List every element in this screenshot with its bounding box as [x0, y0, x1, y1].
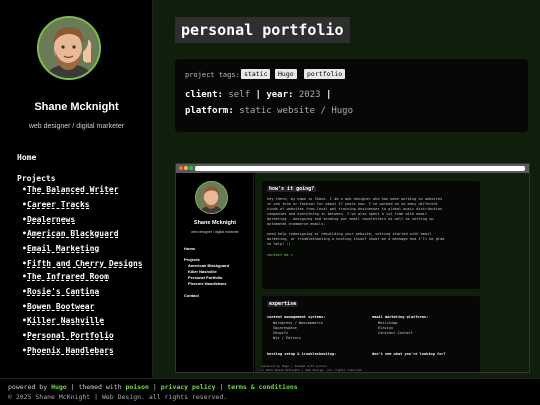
page-title: personal portfolio — [175, 17, 350, 43]
preview-project-link: Personal Portfolio — [188, 275, 223, 280]
preview-author-tagline: web designer / digital marketer — [191, 230, 239, 234]
preview-footer-line: © 2023 Shane McKnight | Web Design. all … — [262, 368, 364, 372]
main-content: personal portfolio project tags: static … — [153, 0, 540, 378]
hugo-link[interactable]: Hugo — [51, 383, 67, 391]
memoji-avatar-icon — [196, 182, 227, 213]
preview-contact-link: contact me > — [267, 253, 293, 257]
project-link-label[interactable]: Email Marketing — [27, 244, 99, 253]
memoji-avatar-icon — [39, 18, 99, 78]
project-link-label[interactable]: The Balanced Writer — [27, 185, 119, 194]
tag-static[interactable]: static — [241, 69, 271, 79]
year-key: year: — [266, 90, 294, 100]
preview-project-link: American Blackguard — [188, 263, 230, 268]
preview-cms-item: Wix / Editorx — [273, 336, 302, 340]
project-link[interactable]: •Dealernews — [22, 215, 150, 225]
powered-by-text: powered by — [8, 383, 48, 391]
project-link[interactable]: •Fifth and Cherry Designs — [22, 259, 150, 269]
preview-sidebar: Shane Mcknight web designer / digital ma… — [176, 173, 254, 372]
preview-author-name: Shane Mcknight — [193, 220, 237, 226]
preview-about-card: how's it going? hey there, my name is Sh… — [262, 181, 480, 289]
project-link-label[interactable]: Career Tracks — [27, 200, 90, 209]
project-link-label[interactable]: The Infrared Room — [27, 272, 109, 281]
privacy-policy-link[interactable]: privacy policy — [161, 383, 216, 391]
nav-home-link[interactable]: Home — [17, 153, 36, 162]
platform-line: platform: static website / Hugo — [185, 106, 353, 116]
project-link[interactable]: •Bowen Bootwear — [22, 302, 150, 312]
project-link[interactable]: •Killer Nashville — [22, 316, 150, 326]
project-link[interactable]: •Rosie's Cantina — [22, 287, 150, 297]
project-info-card: project tags: static Hugo portfolio clie… — [175, 59, 528, 132]
project-screenshot: Shane Mcknight web designer / digital ma… — [175, 163, 530, 373]
terms-link[interactable]: terms & conditions — [227, 383, 297, 391]
separator: | — [219, 383, 224, 391]
preview-main: how's it going? hey there, my name is Sh… — [255, 173, 529, 372]
preview-projects-heading: Projects — [184, 257, 200, 262]
project-link-label[interactable]: Rosie's Cantina — [27, 287, 99, 296]
preview-expertise-card: expertise content management systems: Wo… — [262, 296, 480, 372]
project-link-label[interactable]: Personal Portfolio — [27, 331, 114, 340]
preview-about-line: marketing, or troubleshooting a hosting … — [267, 237, 445, 241]
platform-key: platform: — [185, 106, 234, 116]
preview-cms-heading: content management systems: — [267, 315, 326, 319]
separator: | — [70, 383, 75, 391]
sidebar: Shane Mcknight web designer / digital ma… — [0, 0, 153, 378]
client-year-line: client: self | year: 2023 | — [185, 90, 331, 100]
preview-dont-see: don't see what you're looking for? — [372, 352, 446, 356]
project-link[interactable]: •Phoenix Handlebars — [22, 346, 150, 356]
author-name: Shane Mcknight — [34, 101, 119, 113]
author-tagline: web designer / digital marketer — [28, 123, 125, 130]
separator: | — [325, 90, 332, 100]
project-link-label[interactable]: Phoenix Handlebars — [27, 346, 114, 355]
project-link[interactable]: •Personal Portfolio — [22, 331, 150, 341]
preview-hosting-heading: hosting setup & troubleshooting: — [267, 352, 337, 356]
preview-about-heading: how's it going? — [267, 186, 317, 192]
minimize-dot-icon — [184, 166, 188, 170]
project-link[interactable]: •Career Tracks — [22, 200, 150, 210]
browser-bar — [176, 164, 529, 173]
preview-expertise-heading: expertise — [267, 301, 299, 307]
year-value: 2023 — [298, 90, 321, 100]
preview-nav-home: Home — [184, 246, 196, 251]
tags-label: project tags: — [185, 71, 240, 79]
preview-project-link: Phoenix Handlebars — [188, 281, 227, 286]
project-link-label[interactable]: Fifth and Cherry Designs — [27, 259, 143, 268]
poison-link[interactable]: poison — [125, 383, 148, 391]
project-link[interactable]: •The Infrared Room — [22, 272, 150, 282]
preview-about-line: automated ecommerce emails. — [267, 222, 326, 226]
project-link-label[interactable]: American Blackguard — [27, 229, 119, 238]
footer-links-line: powered by Hugo | themed with poison | p… — [8, 383, 298, 391]
project-link[interactable]: •Email Marketing — [22, 244, 150, 254]
address-bar — [195, 166, 525, 171]
project-link[interactable]: •The Balanced Writer — [22, 185, 150, 195]
preview-avatar — [195, 181, 228, 214]
separator: | — [255, 90, 261, 100]
project-list: •The Balanced Writer •Career Tracks •Dea… — [22, 185, 150, 361]
tag-hugo[interactable]: Hugo — [275, 69, 297, 79]
preview-email-item: Constant Contact — [378, 331, 413, 335]
themed-with-text: themed with — [78, 383, 122, 391]
preview-about-line: to help! :) — [267, 242, 291, 246]
platform-value: static website / Hugo — [239, 106, 353, 116]
copyright: © 2025 Shane McKnight | Web Design. all … — [8, 393, 228, 401]
preview-email-heading: email marketing platforms: — [372, 315, 429, 319]
project-link-label[interactable]: Killer Nashville — [27, 316, 104, 325]
site-footer: powered by Hugo | themed with poison | p… — [0, 378, 540, 405]
project-link-label[interactable]: Bowen Bootwear — [27, 302, 94, 311]
project-link[interactable]: •American Blackguard — [22, 229, 150, 239]
project-link-label[interactable]: Dealernews — [27, 215, 75, 224]
separator: | — [152, 383, 157, 391]
projects-heading: Projects — [17, 174, 56, 183]
close-dot-icon — [179, 166, 183, 170]
client-key: client: — [185, 90, 223, 100]
avatar[interactable] — [37, 16, 101, 80]
client-value: self — [228, 90, 251, 100]
maximize-dot-icon — [189, 166, 193, 170]
preview-nav-contact: Contact — [184, 293, 199, 298]
preview-project-link: Killer Nashville — [188, 269, 217, 274]
tag-portfolio[interactable]: portfolio — [304, 69, 346, 79]
